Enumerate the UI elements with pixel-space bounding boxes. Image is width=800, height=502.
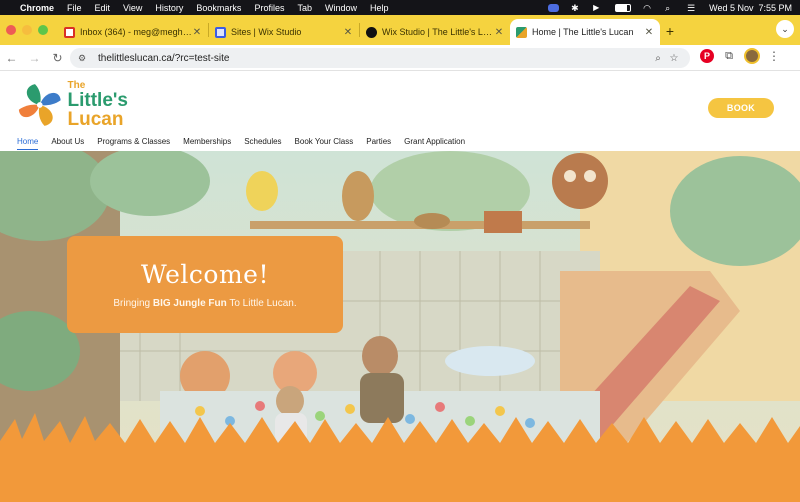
menu-profiles[interactable]: Profiles xyxy=(254,3,284,13)
hero-subtitle: Bringing BIG Jungle Fun To Little Lucan. xyxy=(67,298,343,309)
profile-avatar[interactable] xyxy=(744,48,760,64)
battery-icon[interactable] xyxy=(615,3,632,12)
menu-tab[interactable]: Tab xyxy=(297,3,312,13)
tab-title: Sites | Wix Studio xyxy=(231,27,302,37)
hero-subtitle-post: To Little Lucan. xyxy=(226,298,297,309)
zoom-icon[interactable]: ⌕ xyxy=(650,53,666,64)
back-icon[interactable]: ← xyxy=(0,51,23,65)
spotlight-search-icon[interactable]: ⌕ xyxy=(665,3,675,12)
tab-search-icon[interactable]: ⌄ xyxy=(776,20,794,38)
nav-book-your-class[interactable]: Book Your Class xyxy=(295,137,354,150)
forward-icon[interactable]: → xyxy=(23,51,46,65)
tab-title: Inbox (364) - meg@meghanp xyxy=(80,27,192,37)
close-tab-icon[interactable]: ✕ xyxy=(644,27,654,38)
website-page: The Little's Lucan BOOK Home About Us Pr… xyxy=(0,71,800,502)
close-tab-icon[interactable]: ✕ xyxy=(494,27,504,38)
site-navigation: Home About Us Programs & Classes Members… xyxy=(17,137,465,150)
tab-title: Home | The Little's Lucan xyxy=(532,27,634,37)
logo-lucan: Lucan xyxy=(67,109,124,130)
site-info-icon[interactable]: ⚙ xyxy=(78,53,92,64)
extensions-puzzle-icon[interactable]: ⧉ xyxy=(722,49,736,63)
wix-icon xyxy=(215,26,226,38)
menu-help[interactable]: Help xyxy=(370,3,389,13)
book-button[interactable]: BOOK xyxy=(708,98,774,118)
nav-parties[interactable]: Parties xyxy=(366,137,391,150)
flower-logo-icon xyxy=(18,84,61,126)
tab-home-active[interactable]: Home | The Little's Lucan ✕ xyxy=(510,19,660,45)
menu-view[interactable]: View xyxy=(123,3,142,13)
menu-edit[interactable]: Edit xyxy=(95,3,111,13)
nav-home[interactable]: Home xyxy=(17,137,39,150)
menu-window[interactable]: Window xyxy=(325,3,357,13)
url-text[interactable]: thelittleslucan.ca/?rc=test-site xyxy=(98,53,650,64)
minimize-window-icon[interactable] xyxy=(22,25,32,35)
nav-schedules[interactable]: Schedules xyxy=(244,137,281,150)
welcome-card: Welcome! Bringing BIG Jungle Fun To Litt… xyxy=(67,236,343,333)
close-tab-icon[interactable]: ✕ xyxy=(192,27,202,38)
hero-subtitle-bold: BIG Jungle Fun xyxy=(152,298,227,309)
new-tab-icon[interactable]: + xyxy=(660,23,680,45)
menu-file[interactable]: File xyxy=(67,3,82,13)
macos-menubar: Chrome File Edit View History Bookmarks … xyxy=(0,0,800,15)
tab-gmail[interactable]: Inbox (364) - meg@meghanp ✕ xyxy=(58,19,208,45)
status-app-icon[interactable] xyxy=(548,3,560,12)
tab-strip: Inbox (364) - meg@meghanp ✕ Sites | Wix … xyxy=(0,15,800,45)
reload-icon[interactable]: ↻ xyxy=(46,51,69,65)
window-controls xyxy=(0,25,58,45)
nav-programs-classes[interactable]: Programs & Classes xyxy=(97,137,170,150)
menu-history[interactable]: History xyxy=(155,3,183,13)
logo-wordmark: The Little's Lucan xyxy=(67,81,128,130)
tab-wix-studio[interactable]: Wix Studio | The Little's Lucan ✕ xyxy=(360,19,510,45)
menu-app-chrome[interactable]: Chrome xyxy=(20,3,54,13)
bookmark-star-icon[interactable]: ☆ xyxy=(666,53,682,64)
logo-little: Little's xyxy=(67,90,128,111)
pinterest-extension-icon[interactable]: P xyxy=(700,49,714,63)
wifi-icon[interactable]: ◠ xyxy=(643,3,653,12)
site-logo[interactable]: The Little's Lucan xyxy=(16,80,128,130)
nav-about-us[interactable]: About Us xyxy=(51,137,84,150)
chrome-menu-icon[interactable]: ⋮ xyxy=(768,49,780,63)
tab-wix-sites[interactable]: Sites | Wix Studio ✕ xyxy=(209,19,359,45)
close-tab-icon[interactable]: ✕ xyxy=(343,27,353,38)
close-window-icon[interactable] xyxy=(6,25,16,35)
nav-grant-application[interactable]: Grant Application xyxy=(404,137,465,150)
browser-toolbar: ← → ↻ ⚙ thelittleslucan.ca/?rc=test-site… xyxy=(0,45,800,71)
bluetooth-icon[interactable]: ✱ xyxy=(571,3,581,12)
media-play-icon[interactable]: ▶ xyxy=(593,3,603,12)
tab-title: Wix Studio | The Little's Lucan xyxy=(382,27,494,37)
menu-bookmarks[interactable]: Bookmarks xyxy=(196,3,241,13)
hero-section: Welcome! Bringing BIG Jungle Fun To Litt… xyxy=(0,151,800,502)
hero-title: Welcome! xyxy=(140,260,270,289)
control-center-icon[interactable]: ☰ xyxy=(687,3,697,12)
site-icon xyxy=(516,26,527,38)
hero-subtitle-pre: Bringing xyxy=(113,298,153,309)
menubar-clock[interactable]: Wed 5 Nov 7:55 PM xyxy=(709,3,792,13)
nav-memberships[interactable]: Memberships xyxy=(183,137,231,150)
gmail-icon xyxy=(64,26,75,38)
wix-studio-icon xyxy=(366,26,377,38)
address-bar[interactable]: ⚙ thelittleslucan.ca/?rc=test-site ⌕ ☆ xyxy=(70,48,690,68)
zoom-window-icon[interactable] xyxy=(38,25,48,35)
